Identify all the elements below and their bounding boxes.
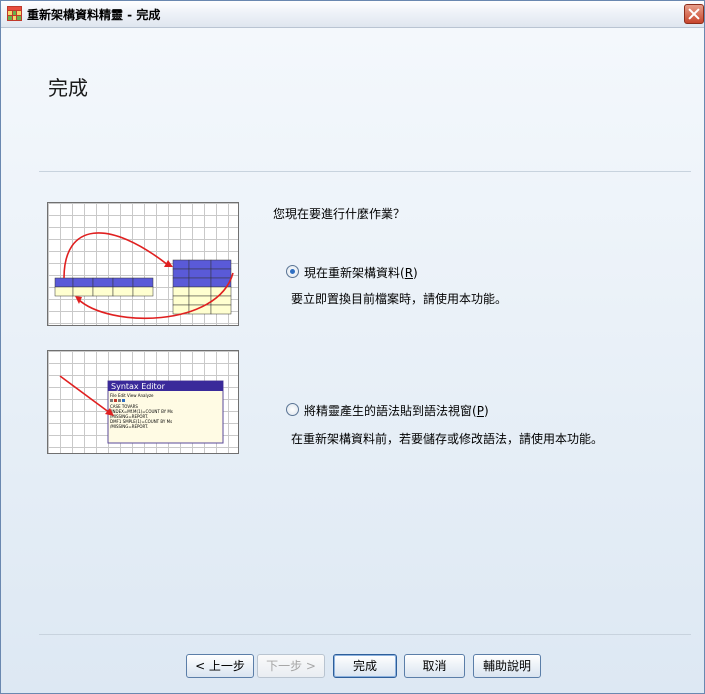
syntax-illustration: Syntax Editor File Edit View Analyze CAS… (47, 350, 239, 454)
window-title: 重新架構資料精靈 - 完成 (27, 8, 161, 22)
bottom-divider (39, 634, 691, 635)
next-button[interactable]: 下一步 > (257, 654, 325, 678)
finish-button[interactable]: 完成 (333, 654, 397, 678)
close-button[interactable] (684, 4, 704, 24)
top-divider (39, 171, 691, 172)
right-table (172, 259, 232, 315)
restructure-now-label[interactable]: 現在重新架構資料(R) (304, 264, 418, 281)
editor-menu: File Edit View Analyze (110, 393, 154, 398)
editor-title: Syntax Editor (111, 382, 166, 391)
wizard-body: 完成 Syntax Editor File Edit View Analyze … (1, 28, 704, 693)
page-title: 完成 (48, 76, 88, 100)
restructure-diagram (54, 232, 234, 320)
title-bar: 重新架構資料精靈 - 完成 (1, 1, 704, 28)
app-grid-icon (7, 6, 22, 21)
syntax-diagram: Syntax Editor File Edit View Analyze CAS… (59, 375, 224, 444)
restructure-now-description: 要立即置換目前檔案時，請使用本功能。 (291, 292, 508, 306)
question-text: 您現在要進行什麼作業？ (273, 207, 406, 221)
code-line-5: /MISSING=REPORT. (110, 424, 148, 429)
wizard-window: 重新架構資料精靈 - 完成 完成 Syntax Editor File Edit… (0, 0, 705, 694)
cancel-button[interactable]: 取消 (404, 654, 465, 678)
paste-syntax-description: 在重新架構資料前，若要儲存或修改語法，請使用本功能。 (291, 432, 604, 446)
help-button[interactable]: 輔助說明 (473, 654, 541, 678)
restructure-now-radio[interactable] (286, 265, 299, 278)
paste-syntax-label[interactable]: 將精靈產生的語法貼到語法視窗(P) (304, 402, 489, 419)
restructure-illustration (47, 202, 239, 326)
back-button[interactable]: < 上一步 (186, 654, 254, 678)
paste-syntax-radio[interactable] (286, 403, 299, 416)
left-table (54, 277, 154, 297)
